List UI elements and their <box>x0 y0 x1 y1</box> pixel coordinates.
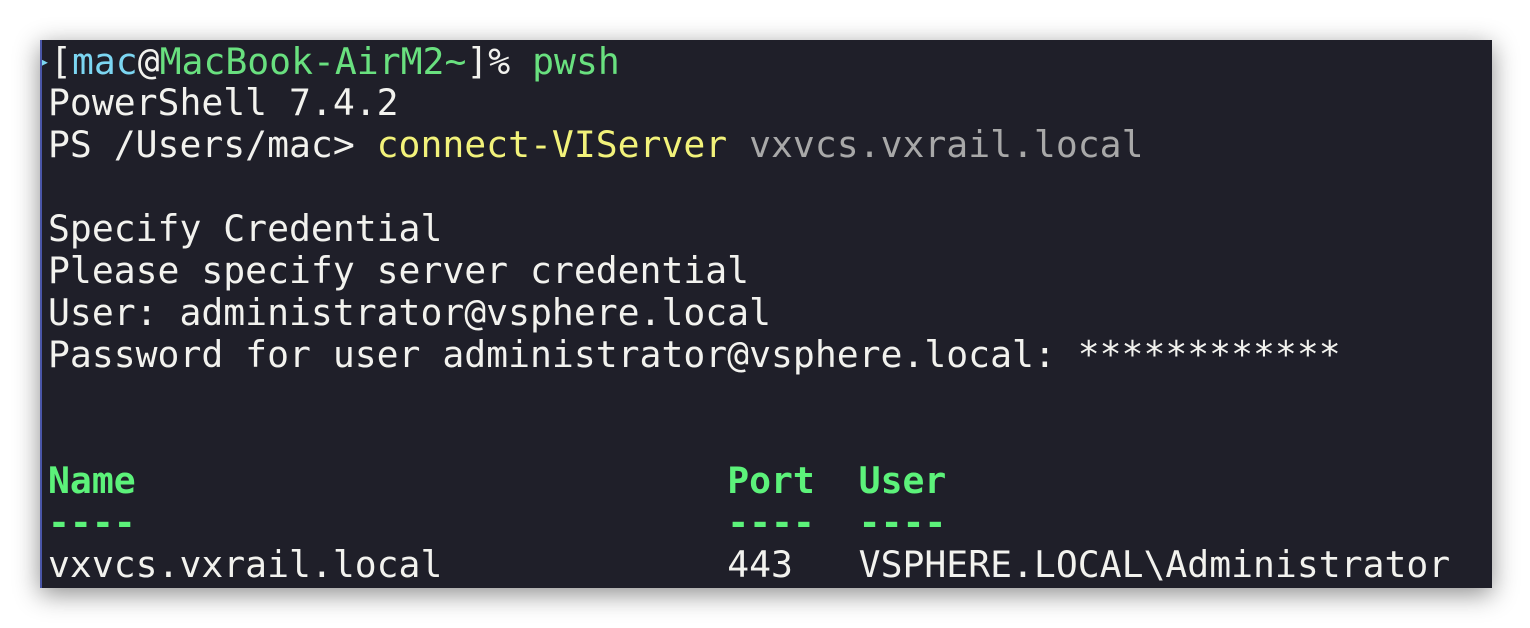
column-separator: ---- <box>727 501 859 544</box>
credential-message: Please specify server credential <box>48 249 750 292</box>
terminal-output: ▸[mac@MacBook-AirM2~]% pwsh PowerShell 7… <box>42 40 1450 586</box>
version-line: PowerShell 7.4.2 <box>48 81 399 124</box>
prompt-symbol: ]% <box>466 40 511 83</box>
table-body: vxvcs.vxrail.local 443 VSPHERE.LOCAL\Adm… <box>48 544 1450 586</box>
command: pwsh <box>532 40 620 83</box>
column-separator: ---- <box>48 501 728 544</box>
table-row: vxvcs.vxrail.local 443 VSPHERE.LOCAL\Adm… <box>48 544 1450 586</box>
prompt-host: MacBook-AirM2 <box>159 40 445 83</box>
shell-prompt-line: ▸[mac@MacBook-AirM2~]% pwsh <box>42 40 1450 83</box>
table-cell: 443 <box>727 543 859 586</box>
table-cell: VSPHERE.LOCAL\Administrator <box>858 543 1451 586</box>
column-header: Port <box>727 459 859 502</box>
table-cell: vxvcs.vxrail.local <box>48 543 728 586</box>
cmdlet: connect-VIServer <box>376 123 728 166</box>
caret-icon: ▸ <box>42 49 50 73</box>
user-line: User: administrator@vsphere.local <box>48 291 771 334</box>
bracket: [ <box>50 40 72 83</box>
prompt-dir: ~ <box>444 40 467 83</box>
prompt-at: @ <box>137 40 160 83</box>
column-separator: ---- <box>858 501 947 544</box>
ps-prompt: PS /Users/mac> <box>48 123 377 166</box>
table-header: Name Port User <box>48 460 1450 502</box>
terminal-window[interactable]: ▸[mac@MacBook-AirM2~]% pwsh PowerShell 7… <box>40 40 1492 588</box>
password-line: Password for user administrator@vsphere.… <box>48 333 1341 376</box>
credential-title: Specify Credential <box>48 207 443 250</box>
ps-command-line: PS /Users/mac> connect-VIServer vxvcs.vx… <box>48 124 1450 166</box>
column-header: Name <box>48 459 728 502</box>
argument: vxvcs.vxrail.local <box>749 123 1144 166</box>
prompt-user: mac <box>71 40 138 83</box>
table-separator: ---- ---- ---- <box>48 502 1450 544</box>
column-header: User <box>858 459 947 502</box>
